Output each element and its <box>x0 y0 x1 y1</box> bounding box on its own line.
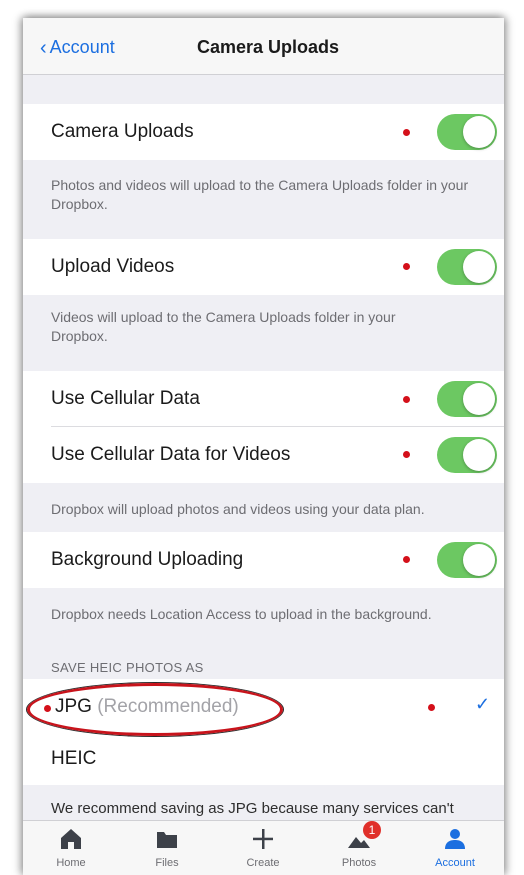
use-cellular-videos-row: Use Cellular Data for Videos <box>23 427 504 483</box>
navigation-bar: ‹ Account Camera Uploads <box>23 18 504 75</box>
camera-uploads-row: Camera Uploads <box>23 104 504 160</box>
tab-files-label: Files <box>155 857 179 869</box>
annotation-dot <box>403 263 410 270</box>
chevron-left-icon: ‹ <box>40 36 47 59</box>
format-option-heic-label: HEIC <box>51 748 97 769</box>
annotation-dot <box>428 704 435 711</box>
upload-videos-toggle[interactable] <box>437 249 497 285</box>
toggle-knob <box>463 544 495 576</box>
background-uploading-description: Dropbox needs Location Access to upload … <box>51 606 432 622</box>
tab-create-label: Create <box>246 857 280 869</box>
background-uploading-toggle[interactable] <box>437 542 497 578</box>
plus-icon <box>253 829 273 849</box>
camera-uploads-description: Photos and videos will upload to the Cam… <box>51 177 469 212</box>
annotation-dot <box>403 396 410 403</box>
toggle-knob <box>463 116 495 148</box>
page-title: Camera Uploads <box>197 37 340 57</box>
photos-badge: 1 <box>363 821 381 839</box>
tab-files[interactable]: Files <box>119 827 215 869</box>
home-icon <box>61 829 81 849</box>
folder-icon <box>157 832 177 848</box>
person-icon <box>445 829 465 849</box>
background-uploading-label: Background Uploading <box>51 549 244 570</box>
annotation-dot <box>403 556 410 563</box>
use-cellular-videos-label: Use Cellular Data for Videos <box>51 444 291 465</box>
use-cellular-data-toggle[interactable] <box>437 381 497 417</box>
background-uploading-row: Background Uploading <box>23 532 504 588</box>
camera-uploads-toggle[interactable] <box>437 114 497 150</box>
format-option-heic[interactable]: HEIC <box>23 732 504 785</box>
tab-account-label: Account <box>435 857 475 869</box>
toggle-knob <box>463 251 495 283</box>
annotation-ellipse <box>27 683 283 736</box>
annotation-dot <box>403 451 410 458</box>
tab-photos[interactable]: 1 Photos <box>311 821 407 869</box>
heic-footer-text: We recommend saving as JPG because many … <box>51 800 454 817</box>
screen: ‹ Account Camera Uploads Camera Uploads … <box>23 18 504 875</box>
tab-home-label: Home <box>56 857 86 869</box>
use-cellular-videos-toggle[interactable] <box>437 437 497 473</box>
upload-videos-label: Upload Videos <box>51 256 175 277</box>
upload-videos-description: Videos will upload to the Camera Uploads… <box>51 309 396 344</box>
back-button-label: Account <box>49 37 115 57</box>
back-button[interactable]: ‹ Account <box>40 37 115 58</box>
upload-videos-row: Upload Videos <box>23 239 504 295</box>
use-cellular-data-row: Use Cellular Data <box>23 371 504 427</box>
tab-create[interactable]: Create <box>215 827 311 869</box>
annotation-dot <box>403 129 410 136</box>
tab-account[interactable]: Account <box>407 827 503 869</box>
toggle-knob <box>463 383 495 415</box>
tab-bar: Home Files Create 1 Photos Account <box>23 820 504 875</box>
tab-photos-label: Photos <box>341 857 377 869</box>
toggle-knob <box>463 439 495 471</box>
camera-uploads-label: Camera Uploads <box>51 121 194 142</box>
use-cellular-data-label: Use Cellular Data <box>51 388 200 409</box>
checkmark-icon: ✓ <box>475 694 491 714</box>
cellular-description: Dropbox will upload photos and videos us… <box>51 501 425 517</box>
heic-section-header: SAVE HEIC PHOTOS AS <box>51 660 204 675</box>
tab-home[interactable]: Home <box>23 827 119 869</box>
